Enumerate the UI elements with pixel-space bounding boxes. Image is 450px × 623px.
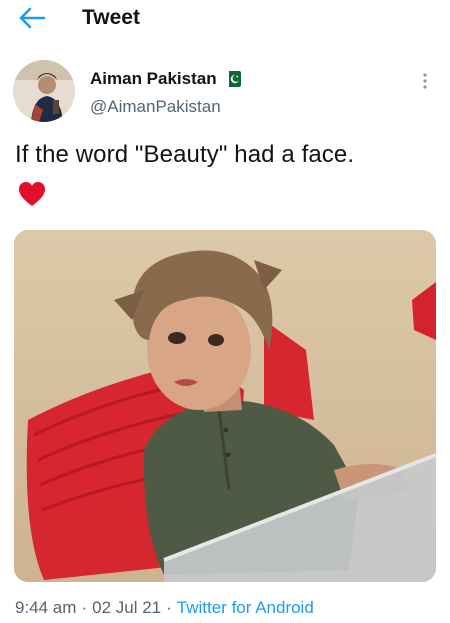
tweet-text: If the word "Beauty" had a face. xyxy=(15,141,355,168)
tweet-date: 02 Jul 21 xyxy=(92,598,162,617)
heart-icon xyxy=(19,182,45,206)
tweet-meta: 9:44 am · 02 Jul 21 · Twitter for Android xyxy=(15,598,314,618)
page-title: Tweet xyxy=(82,6,140,29)
tweet-photo[interactable] xyxy=(14,230,436,582)
author-handle[interactable]: @AimanPakistan xyxy=(90,97,221,117)
author-name[interactable]: Aiman Pakistan xyxy=(90,69,217,89)
tweet-source-link[interactable]: Twitter for Android xyxy=(177,598,314,617)
more-options-icon[interactable] xyxy=(418,72,432,90)
top-bar: Tweet xyxy=(0,0,450,40)
separator: · xyxy=(166,598,172,617)
avatar[interactable] xyxy=(13,60,75,122)
arrow-left-icon[interactable] xyxy=(18,6,46,30)
separator: · xyxy=(81,598,88,617)
tweet-time: 9:44 am xyxy=(15,598,77,617)
author-row[interactable]: Aiman Pakistan xyxy=(90,68,241,90)
pakistan-flag-icon xyxy=(224,71,241,87)
